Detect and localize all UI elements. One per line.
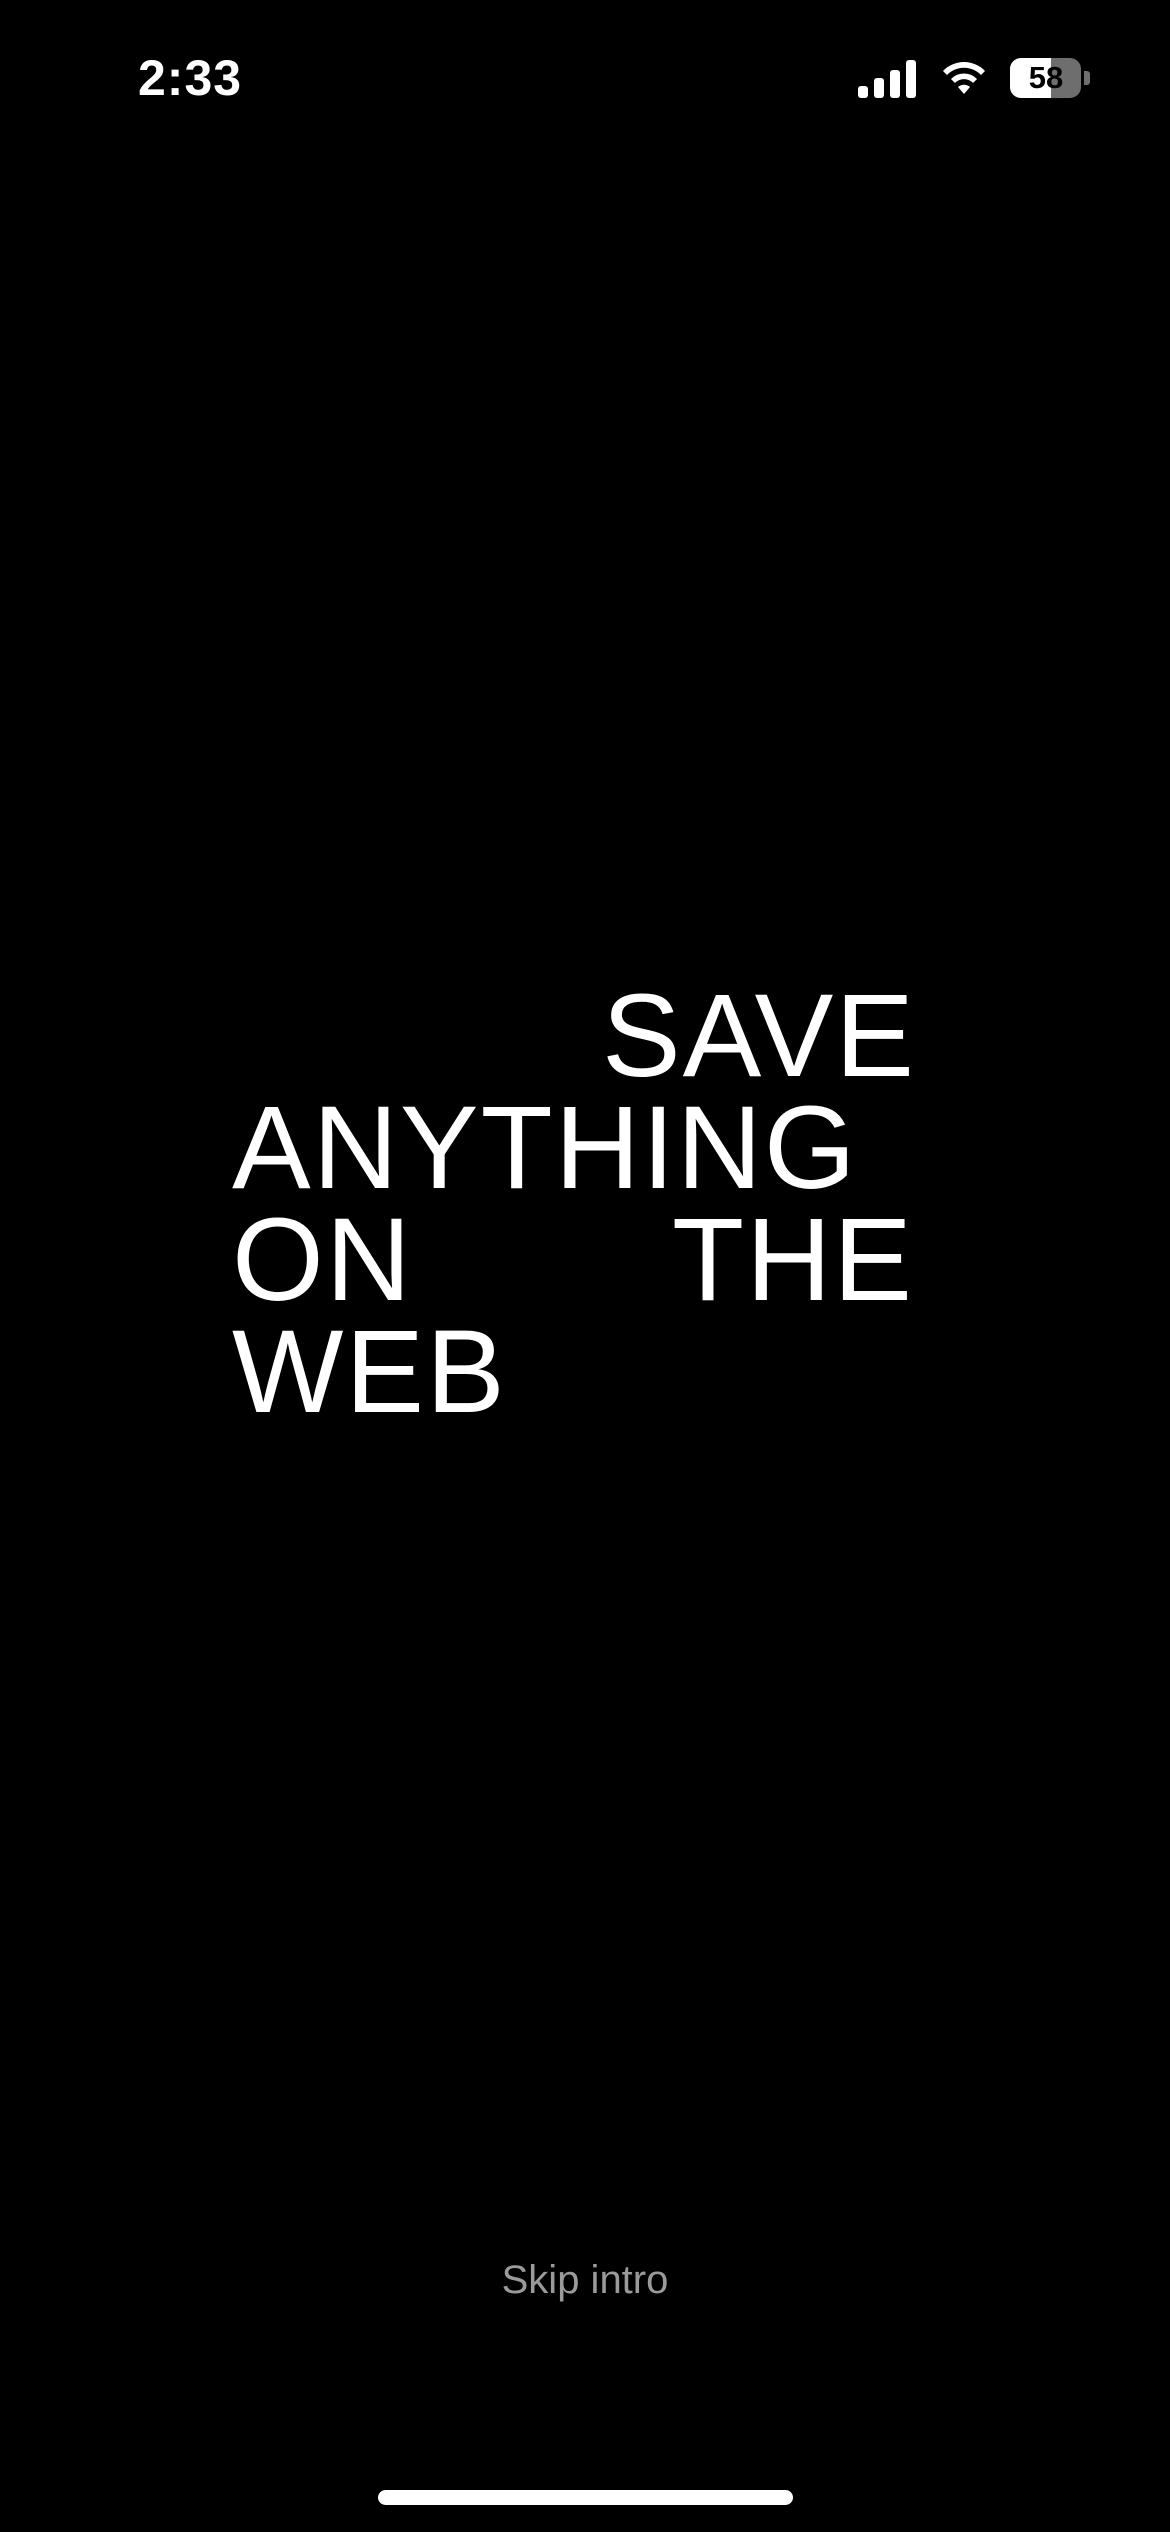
status-bar: 2:33 58 — [0, 0, 1170, 150]
headline-line-on-the: ON THE — [232, 1194, 922, 1326]
headline-line-save: SAVE — [601, 970, 916, 1102]
headline-word-on: ON — [232, 1194, 413, 1326]
skip-intro-button[interactable]: Skip intro — [0, 2250, 1170, 2310]
headline: SAVE ANYTHING ON THE WEB — [232, 970, 922, 1438]
status-indicators: 58 — [858, 48, 1090, 108]
headline-line-anything: ANYTHING — [232, 1082, 858, 1214]
battery-body: 58 — [1010, 58, 1082, 98]
battery-percent: 58 — [1028, 60, 1064, 95]
battery-cap — [1084, 71, 1090, 85]
cellular-signal-icon — [858, 58, 918, 98]
home-indicator[interactable] — [378, 2490, 793, 2505]
battery-icon: 58 — [1010, 58, 1090, 98]
headline-word-the: THE — [672, 1194, 914, 1326]
headline-line-web: WEB — [232, 1306, 507, 1438]
wifi-icon — [943, 62, 985, 94]
status-time: 2:33 — [138, 50, 243, 106]
